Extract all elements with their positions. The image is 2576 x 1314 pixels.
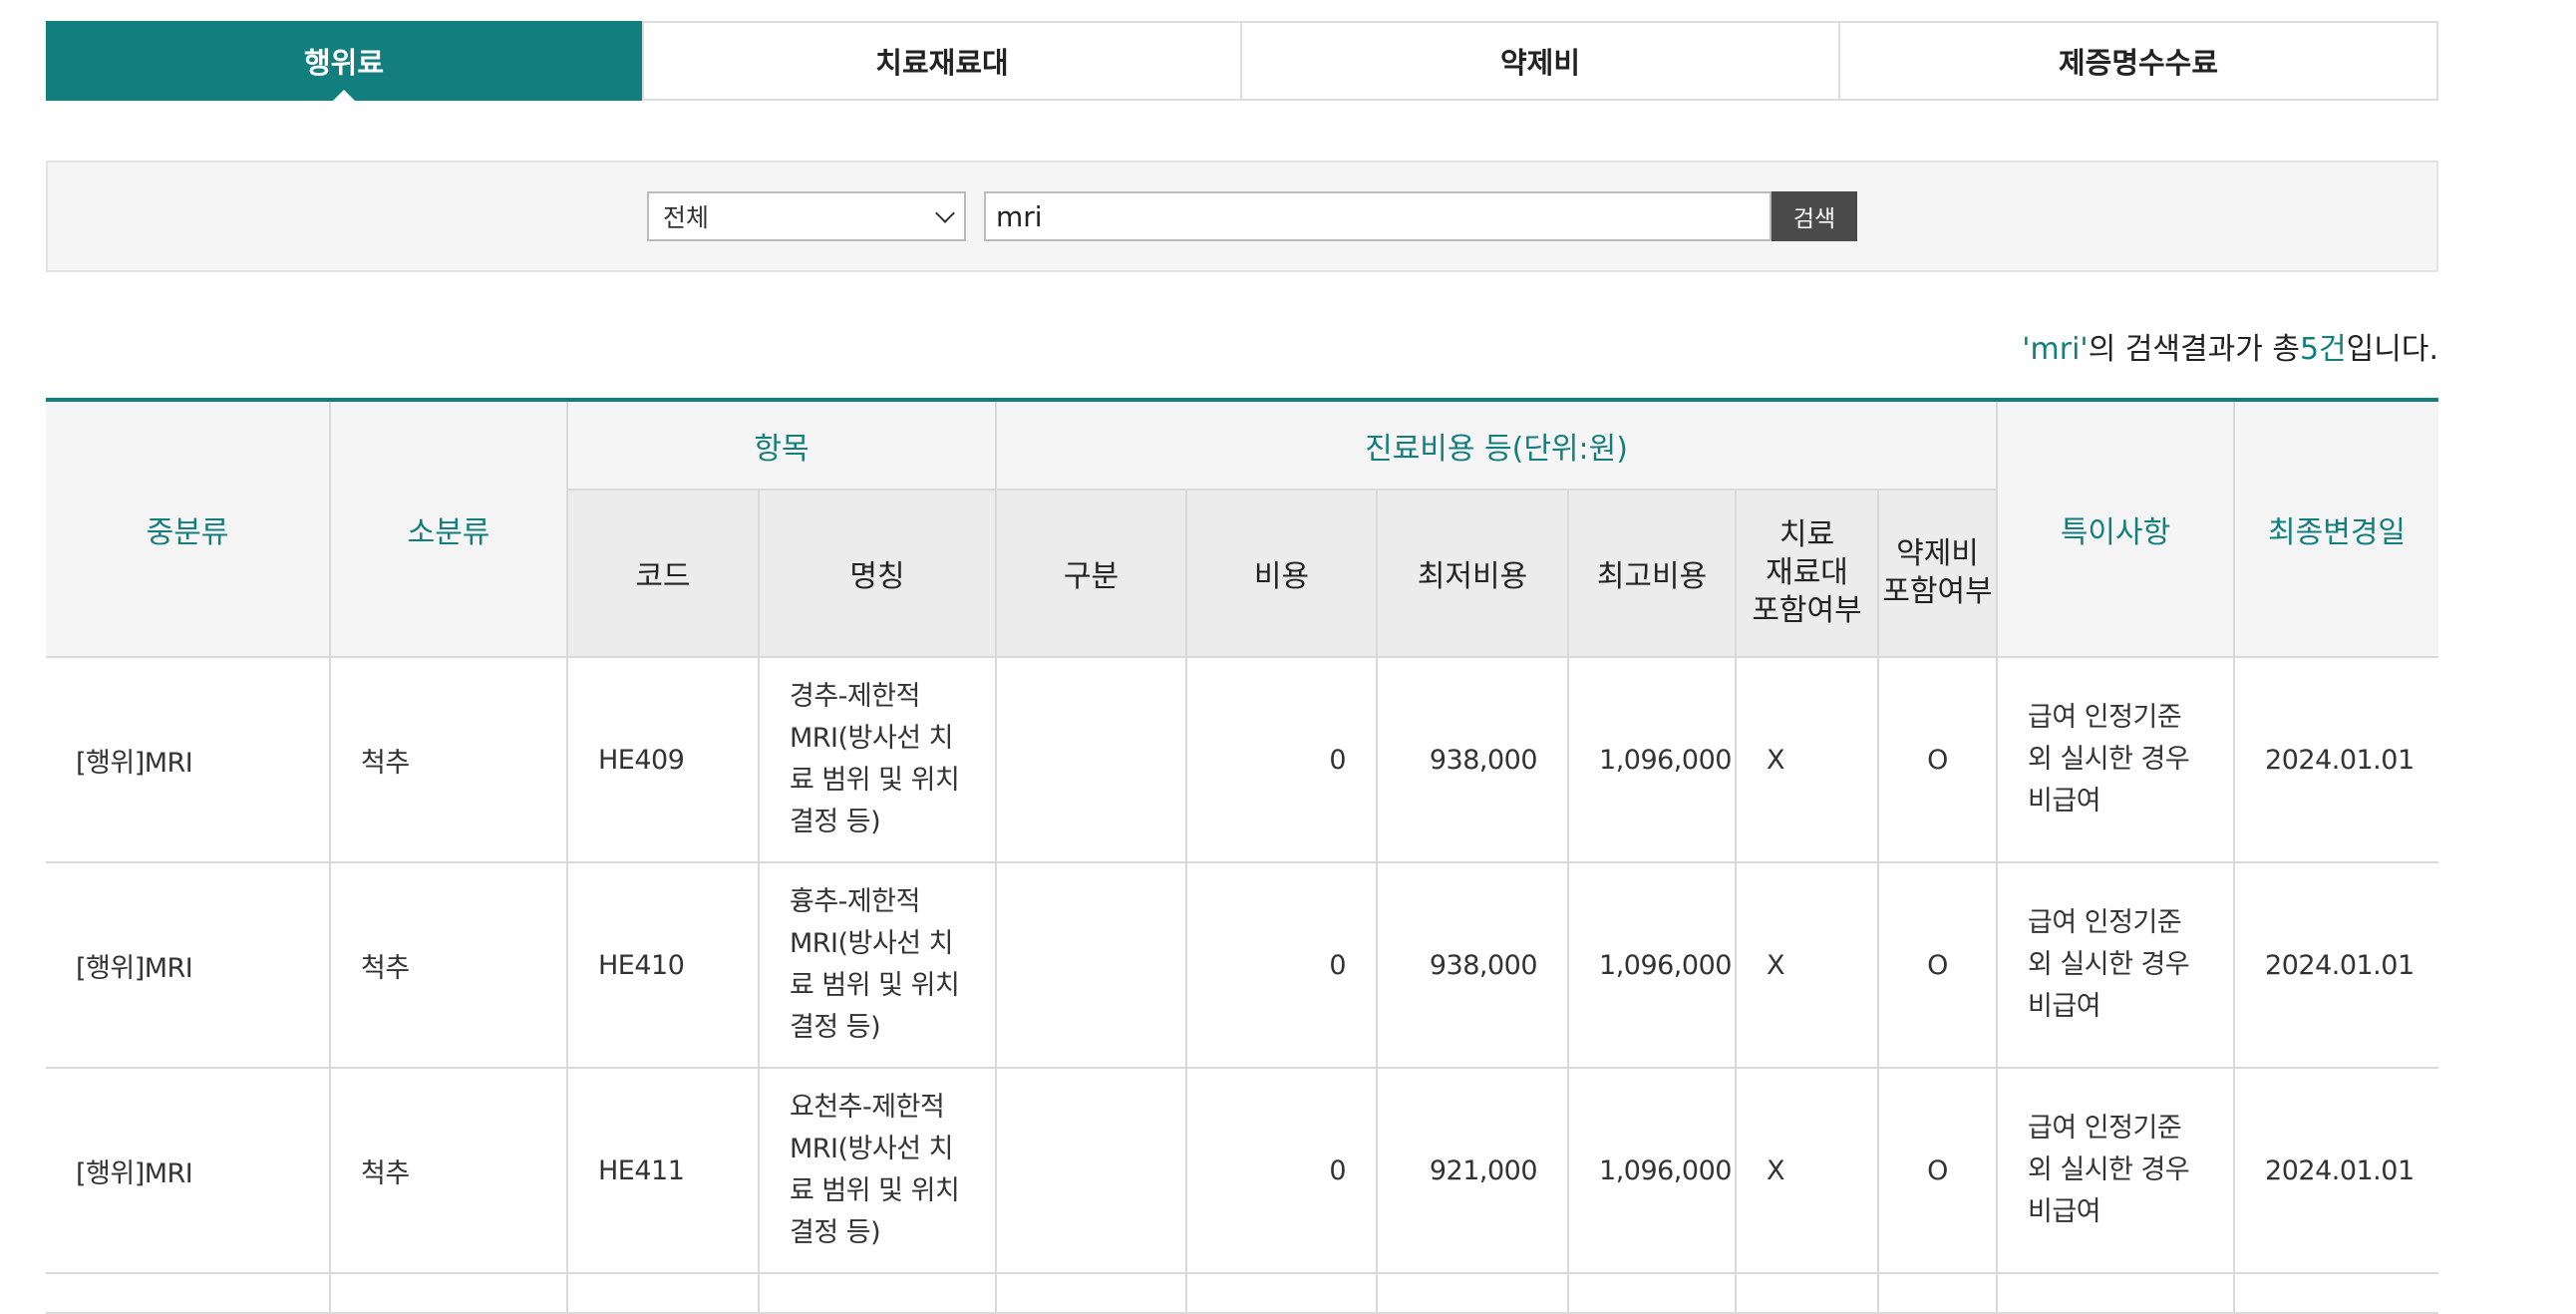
results-table: 중분류 소분류 항목 진료비용 등(단위:원) 특이사항 최종변경일 코드 명칭… xyxy=(46,398,2439,1314)
header-name: 명칭 xyxy=(757,489,998,658)
cell-mid-category: [행위]MRI xyxy=(46,1067,331,1274)
cell-code: HE410 xyxy=(566,861,760,1069)
table-row: [행위]MRI 척추 HE411 요천추-제한적 MRI(방사선 치료 범위 및… xyxy=(46,1067,2439,1274)
cell-sub-category: 척추 xyxy=(329,1067,568,1274)
result-summary: 'mri'의 검색결과가 총5건입니다. xyxy=(46,330,2438,370)
cell-max-cost: 1,096,000 xyxy=(1567,657,1738,863)
table-row: [행위]MRI 척추 HE410 흉추-제한적 MRI(방사선 치료 범위 및 … xyxy=(46,861,2439,1069)
header-min-cost: 최저비용 xyxy=(1376,489,1570,658)
cell-material-included: X xyxy=(1735,1067,1880,1274)
cell-note: 급여 인정기준 외 실시한 경우 비급여 xyxy=(1996,1067,2236,1274)
cell-note: 급여 인정기준 외 실시한 경우 비급여 xyxy=(1996,657,2236,863)
cell-division xyxy=(995,861,1188,1069)
cell-min-cost: 921,000 xyxy=(1376,1067,1570,1274)
cell-code: HE411 xyxy=(566,1067,760,1274)
cell-cost: 0 xyxy=(1185,1067,1379,1274)
search-panel: 전체 mri 검색 xyxy=(46,161,2438,272)
summary-count: 5건 xyxy=(2299,332,2347,367)
tab-certificate-fee[interactable]: 제증명수수료 xyxy=(1838,23,2436,99)
cell-division xyxy=(995,1067,1188,1274)
cell-mid-category: [행위]MRI xyxy=(46,657,331,863)
header-max-cost: 최고비용 xyxy=(1567,489,1738,658)
header-cost-group: 진료비용 등(단위:원) xyxy=(995,400,1999,491)
tab-treatment-material[interactable]: 치료재료대 xyxy=(642,23,1240,99)
chevron-down-icon xyxy=(935,203,955,223)
header-code: 코드 xyxy=(567,489,760,658)
cell-last-changed: 2024.01.01 xyxy=(2233,657,2439,863)
cell-drug-included: O xyxy=(1877,657,1999,863)
header-item-group: 항목 xyxy=(565,400,998,491)
header-drug-included-text: 약제비 포함여부 xyxy=(1882,536,1993,609)
table-row-partial xyxy=(46,1272,2439,1314)
tab-drug-cost[interactable]: 약제비 xyxy=(1240,23,1838,99)
cell-code: HE409 xyxy=(566,657,760,863)
cell-name: 경추-제한적 MRI(방사선 치료 범위 및 위치결정 등) xyxy=(757,657,998,863)
table-row: [행위]MRI 척추 HE409 경추-제한적 MRI(방사선 치료 범위 및 … xyxy=(46,657,2439,863)
search-scope-value: 전체 xyxy=(663,203,710,232)
header-drug-included: 약제비 포함여부 xyxy=(1877,489,1998,658)
header-division: 구분 xyxy=(995,489,1188,658)
cell-sub-category: 척추 xyxy=(329,861,568,1069)
cell-division xyxy=(995,657,1188,863)
cell-drug-included: O xyxy=(1877,1067,1999,1274)
cell-cost: 0 xyxy=(1185,861,1379,1069)
header-material-included: 치료 재료대 포함여부 xyxy=(1735,489,1880,658)
cell-material-included: X xyxy=(1735,861,1880,1069)
cell-last-changed: 2024.01.01 xyxy=(2233,1067,2439,1274)
header-note: 특이사항 xyxy=(1996,400,2236,658)
header-mid-category: 중분류 xyxy=(46,400,331,658)
search-input[interactable]: mri xyxy=(984,191,1771,241)
header-sub-category: 소분류 xyxy=(329,400,568,658)
search-query-text: mri xyxy=(996,199,1043,233)
content-area: 행위료 치료재료대 약제비 제증명수수료 전체 mri 검색 'mri'의 검색… xyxy=(46,21,2439,1314)
cell-name: 흉추-제한적 MRI(방사선 치료 범위 및 위치결정 등) xyxy=(757,861,998,1069)
cell-drug-included: O xyxy=(1877,861,1999,1069)
search-scope-select[interactable]: 전체 xyxy=(647,191,966,241)
header-last-changed: 최종변경일 xyxy=(2233,400,2439,658)
cell-max-cost: 1,096,000 xyxy=(1567,1067,1738,1274)
header-cost: 비용 xyxy=(1185,489,1379,658)
cell-mid-category: [행위]MRI xyxy=(46,861,331,1069)
search-button[interactable]: 검색 xyxy=(1771,191,1857,241)
cell-min-cost: 938,000 xyxy=(1376,861,1570,1069)
tab-procedure-fee[interactable]: 행위료 xyxy=(46,21,642,102)
cell-min-cost: 938,000 xyxy=(1376,657,1570,863)
cell-name: 요천추-제한적 MRI(방사선 치료 범위 및 위치결정 등) xyxy=(757,1067,998,1274)
summary-term: 'mri' xyxy=(2022,332,2089,367)
cell-last-changed: 2024.01.01 xyxy=(2233,861,2439,1069)
cell-max-cost: 1,096,000 xyxy=(1567,861,1738,1069)
cell-material-included: X xyxy=(1735,657,1880,863)
summary-text: 의 검색결과가 총 xyxy=(2088,332,2300,367)
cell-note: 급여 인정기준 외 실시한 경우 비급여 xyxy=(1996,861,2236,1069)
cell-sub-category: 척추 xyxy=(329,657,568,863)
summary-suffix: 입니다. xyxy=(2346,332,2438,367)
category-tabs: 행위료 치료재료대 약제비 제증명수수료 xyxy=(46,21,2438,102)
header-material-included-text: 치료 재료대 포함여부 xyxy=(1752,517,1862,628)
cell-cost: 0 xyxy=(1185,657,1379,863)
